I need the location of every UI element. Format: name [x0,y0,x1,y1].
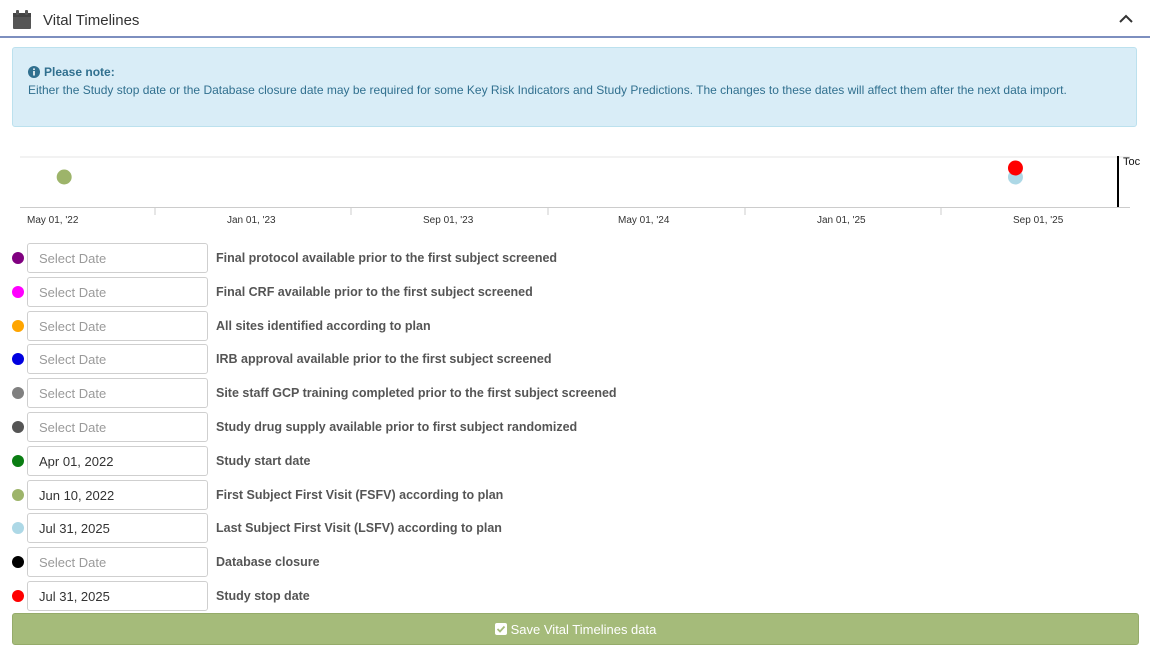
milestone-row: Study stop dateJul 31, 2025 [0,579,800,613]
milestone-row: Study drug supply available prior to fir… [0,410,800,444]
milestone-label: Site staff GCP training completed prior … [216,386,617,400]
timeline-tick-label: Sep 01, '25 [1013,215,1064,226]
panel-title: Vital Timelines [43,12,140,29]
info-icon [28,66,40,78]
timeline-marker[interactable] [56,169,72,185]
milestone-color-dot [12,320,24,332]
milestone-date-input[interactable] [27,581,208,611]
milestone-row: All sites identified according to plan [0,309,800,343]
milestone-row: IRB approval available prior to the firs… [0,342,800,376]
milestone-row: Site staff GCP training completed prior … [0,376,800,410]
timeline-tick-label: Jan 01, '25 [817,215,866,226]
timeline-tick-label: May 01, '24 [618,215,670,226]
calendar-icon [13,10,31,29]
milestone-label: Last Subject First Visit (LSFV) accordin… [216,521,502,535]
milestone-label: All sites identified according to plan [216,319,431,333]
milestone-color-dot [12,421,24,433]
note-text: Either the Study stop date or the Databa… [28,83,1067,97]
milestone-color-dot [12,522,24,534]
milestone-color-dot [12,252,24,264]
timeline-marker[interactable] [1007,160,1023,176]
milestone-label: Final CRF available prior to the first s… [216,285,533,299]
milestone-row: Final protocol available prior to the fi… [0,241,800,275]
today-label: Toc [1123,156,1141,168]
milestone-date-input[interactable] [27,243,208,273]
milestone-label: Study drug supply available prior to fir… [216,420,578,434]
milestone-label: First Subject First Visit (FSFV) accordi… [216,488,504,502]
milestone-label: Final protocol available prior to the fi… [216,251,558,265]
note-title: Please note: [44,65,115,79]
milestone-label: Database closure [216,555,320,569]
checkbox-check-icon [494,623,507,635]
timeline-svg [20,156,1130,215]
milestone-date-input[interactable] [27,446,208,476]
milestone-color-dot [12,286,24,298]
milestone-label: IRB approval available prior to the firs… [216,352,552,366]
milestone-row: Last Subject First Visit (LSFV) accordin… [0,511,800,545]
chevron-up-icon[interactable] [1118,12,1134,24]
milestone-date-input[interactable] [27,344,208,374]
milestone-row: Study start dateApr 01, 2022 [0,444,800,478]
timeline-tick-label: May 01, '22 [27,215,79,226]
save-button-label: Save Vital Timelines data [510,621,657,637]
milestone-date-input[interactable] [27,311,208,341]
milestone-color-dot [12,556,24,568]
milestone-label: Study start date [216,454,311,468]
milestone-row: Final CRF available prior to the first s… [0,275,800,309]
timeline-tick-label: Sep 01, '23 [423,215,474,226]
milestone-date-input[interactable] [27,412,208,442]
milestone-color-dot [12,489,24,501]
milestone-date-input[interactable] [27,378,208,408]
milestone-color-dot [12,455,24,467]
milestone-color-dot [12,387,24,399]
milestone-date-input[interactable] [27,480,208,510]
milestone-date-input[interactable] [27,513,208,543]
info-note: Please note: Either the Study stop date … [12,47,1137,127]
timeline-tick-label: Jan 01, '23 [227,215,276,226]
milestone-date-input[interactable] [27,277,208,307]
milestone-row: First Subject First Visit (FSFV) accordi… [0,478,800,512]
milestone-row: Database closure [0,545,800,579]
milestone-label: Study stop date [216,589,310,603]
timeline-chart: May 01, '22 Jan 01, '23 Sep 01, '23 May 01,… [20,150,1150,235]
milestone-date-input[interactable] [27,547,208,577]
save-vital-timelines-button[interactable]: Save Vital Timelines data [12,613,1139,645]
milestone-color-dot [12,353,24,365]
panel-header: Vital Timelines [0,0,1150,38]
milestone-color-dot [12,590,24,602]
